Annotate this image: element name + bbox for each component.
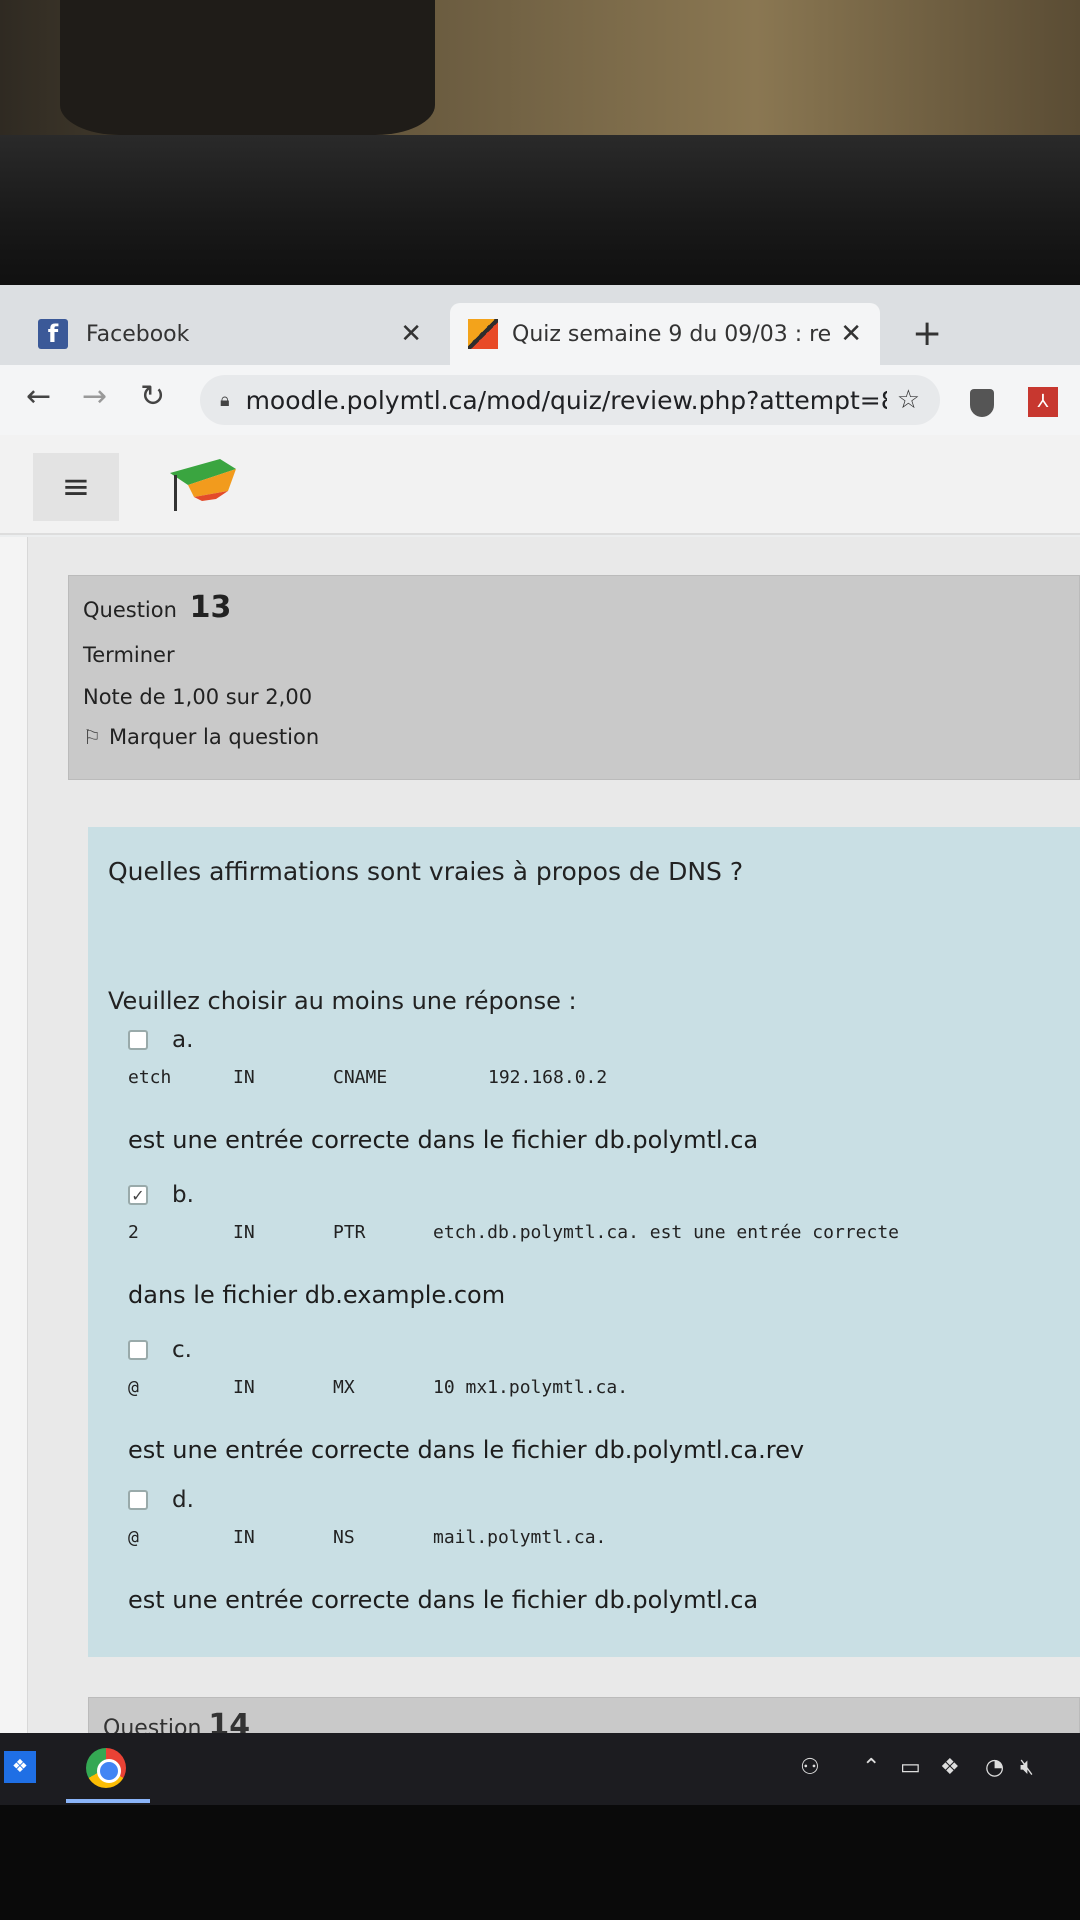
record-class: IN <box>233 1067 255 1088</box>
flag-label: Marquer la question <box>108 725 320 749</box>
close-icon[interactable]: ✕ <box>840 319 862 349</box>
browser-toolbar: ← → ↻ 🔒︎ moodle.polymtl.ca/mod/quiz/revi… <box>0 365 1080 435</box>
back-icon[interactable]: ← <box>26 379 51 414</box>
answer-option-b: ✓ b. 2 IN PTR etch.db.polymtl.ca. est un… <box>128 1182 1058 1309</box>
checkbox[interactable] <box>128 1030 148 1050</box>
record-type: NS <box>333 1527 355 1548</box>
record-type: CNAME <box>333 1067 388 1088</box>
answer-option-d: d. @ IN NS mail.polymtl.ca. est une entr… <box>128 1487 1058 1614</box>
chevron-up-icon[interactable]: ⌃ <box>862 1755 880 1780</box>
left-drawer-edge <box>0 537 28 1805</box>
moodle-logo-icon[interactable] <box>168 455 238 515</box>
record-class: IN <box>233 1222 255 1243</box>
question-content: Quelles affirmations sont vraies à propo… <box>88 827 1080 1657</box>
moodle-header: ≡ <box>0 435 1080 535</box>
answer-letter: c. <box>172 1337 192 1363</box>
answer-option-c: c. @ IN MX 10 mx1.polymtl.ca. est une en… <box>128 1337 1058 1464</box>
answer-text: dans le fichier db.example.com <box>128 1281 506 1309</box>
record-type: PTR <box>333 1222 366 1243</box>
answer-text: est une entrée correcte dans le fichier … <box>128 1126 759 1154</box>
dropbox-tray-icon[interactable]: ❖ <box>940 1755 960 1780</box>
volume-muted-icon[interactable]: 🔇︎ <box>1020 1755 1034 1780</box>
new-tab-button[interactable]: + <box>912 313 942 354</box>
monitor-bottom-bezel <box>0 1805 1080 1920</box>
answer-letter: a. <box>172 1027 194 1053</box>
tab-quiz[interactable]: Quiz semaine 9 du 09/03 : relectu ✕ <box>450 303 880 365</box>
tab-title: Facebook <box>86 321 190 347</box>
answer-text: est une entrée correcte dans le fichier … <box>128 1436 805 1464</box>
record-data: mail.polymtl.ca. <box>433 1527 607 1548</box>
answer-text: est une entrée correcte dans le fichier … <box>128 1586 759 1614</box>
record-name: @ <box>128 1377 139 1398</box>
facebook-icon: f <box>38 319 68 349</box>
answer-option-a: a. etch IN CNAME 192.168.0.2 est une ent… <box>128 1027 1058 1154</box>
record-name: 2 <box>128 1222 139 1243</box>
question-status: Terminer <box>83 643 175 667</box>
reload-icon[interactable]: ↻ <box>140 379 165 414</box>
record-class: IN <box>233 1527 255 1548</box>
record-name: etch <box>128 1067 172 1088</box>
battery-icon[interactable]: ▭ <box>900 1755 921 1780</box>
url-text: moodle.polymtl.ca/mod/quiz/review.php?at… <box>245 385 887 415</box>
question-grade: Note de 1,00 sur 2,00 <box>83 685 313 709</box>
question-number: Question 13 <box>83 590 1065 625</box>
record-data: 192.168.0.2 <box>488 1067 608 1088</box>
bookmark-star-icon[interactable]: ☆ <box>897 385 920 415</box>
dns-record: etch IN CNAME 192.168.0.2 <box>128 1067 1058 1088</box>
question-number-value: 13 <box>189 590 232 625</box>
tab-title: Quiz semaine 9 du 09/03 : relectu <box>512 321 831 347</box>
answer-letter: d. <box>172 1487 194 1513</box>
shield-extension-icon[interactable] <box>970 389 994 417</box>
dns-record: @ IN NS mail.polymtl.ca. <box>128 1527 1058 1548</box>
checkbox-checked[interactable]: ✓ <box>128 1185 148 1205</box>
answer-letter: b. <box>172 1182 194 1208</box>
people-icon[interactable]: ⚇ <box>800 1755 820 1780</box>
dns-record: @ IN MX 10 mx1.polymtl.ca. <box>128 1377 1058 1398</box>
address-bar[interactable]: 🔒︎ moodle.polymtl.ca/mod/quiz/review.php… <box>200 375 940 425</box>
record-class: IN <box>233 1377 255 1398</box>
lock-icon: 🔒︎ <box>220 389 230 411</box>
flag-question-link[interactable]: ⚐ Marquer la question <box>83 725 1065 749</box>
tab-strip: f Facebook ✕ Quiz semaine 9 du 09/03 : r… <box>0 285 1080 365</box>
record-type: MX <box>333 1377 355 1398</box>
forward-icon[interactable]: → <box>82 379 107 414</box>
record-data: etch.db.polymtl.ca. est une entrée corre… <box>433 1222 899 1243</box>
flag-icon: ⚐ <box>83 725 101 749</box>
question-text: Quelles affirmations sont vraies à propo… <box>108 857 744 886</box>
monitor-bezel <box>0 135 1080 285</box>
screen: f Facebook ✕ Quiz semaine 9 du 09/03 : r… <box>0 285 1080 1805</box>
question-info: Question 13 Terminer Note de 1,00 sur 2,… <box>68 575 1080 780</box>
wifi-icon[interactable]: ◔ <box>985 1755 1004 1780</box>
dns-record: 2 IN PTR etch.db.polymtl.ca. est une ent… <box>128 1222 1058 1243</box>
question-label: Question <box>83 598 177 622</box>
taskbar: ❖ ⚇ ⌃ ▭ ❖ ◔ 🔇︎ <box>0 1733 1080 1805</box>
tab-facebook[interactable]: f Facebook ✕ <box>20 303 440 365</box>
chrome-icon[interactable] <box>86 1748 126 1788</box>
checkbox[interactable] <box>128 1490 148 1510</box>
checkbox[interactable] <box>128 1340 148 1360</box>
background-object <box>60 0 435 135</box>
acrobat-extension-icon[interactable]: ⅄ <box>1028 387 1058 417</box>
dropbox-icon[interactable]: ❖ <box>4 1751 36 1783</box>
moodle-icon <box>468 319 498 349</box>
active-app-indicator <box>66 1799 150 1803</box>
page-body: Question 13 Terminer Note de 1,00 sur 2,… <box>0 537 1080 1805</box>
menu-icon[interactable]: ≡ <box>33 453 119 521</box>
answer-prompt: Veuillez choisir au moins une réponse : <box>108 987 577 1015</box>
close-icon[interactable]: ✕ <box>400 319 422 349</box>
record-name: @ <box>128 1527 139 1548</box>
record-data: 10 mx1.polymtl.ca. <box>433 1377 629 1398</box>
